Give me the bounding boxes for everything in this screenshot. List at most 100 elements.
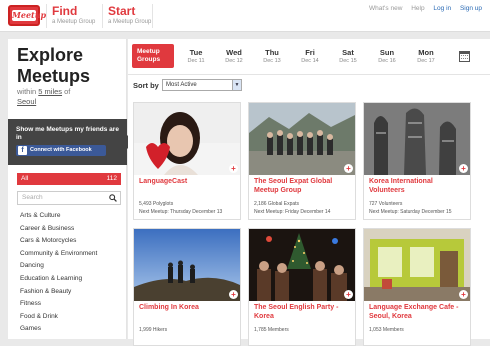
signup-link[interactable]: Sign up [460, 5, 482, 12]
group-card[interactable]: + LanguageCast 5,493 Polyglots Next Meet… [133, 102, 241, 220]
join-plus-icon[interactable]: + [229, 164, 238, 173]
all-count: 112 [106, 175, 117, 182]
group-card[interactable]: + Climbing In Korea 1,999 Hikers [133, 228, 241, 346]
page-title: Explore Meetups [17, 45, 90, 87]
day-tab[interactable]: Wed Dec 12 [215, 48, 253, 64]
day-name: Wed [226, 48, 242, 57]
title-line-2: Meetups [17, 66, 91, 86]
sort-label: Sort by [133, 81, 159, 90]
within-prefix: within [17, 87, 37, 96]
group-photo[interactable] [249, 103, 355, 175]
day-date: Dec 11 [187, 58, 205, 64]
member-count: 1,785 Members [254, 327, 289, 333]
member-count: 1,053 Members [369, 327, 404, 333]
group-name[interactable]: Language Exchange Cafe - Seoul, Korea [369, 304, 469, 321]
day-date: Dec 13 [263, 58, 281, 64]
group-photo[interactable] [134, 103, 240, 175]
group-name[interactable]: The Seoul Expat Global Meetup Group [254, 178, 354, 195]
day-tab[interactable]: Sat Dec 15 [329, 48, 367, 64]
category-item[interactable]: Fitness [20, 298, 97, 311]
start-title: Start [108, 4, 136, 18]
next-meetup: Next Meetup: Friday December 14 [254, 209, 331, 215]
divider [128, 74, 490, 75]
location-filter: within 5 miles of Seoul [17, 87, 70, 107]
search-icon[interactable] [109, 194, 117, 202]
chevron-down-icon: ▼ [232, 80, 241, 90]
day-tab[interactable]: Fri Dec 14 [291, 48, 329, 64]
divider [152, 4, 153, 28]
distance-selector[interactable]: 5 miles [38, 87, 62, 96]
meetup-logo[interactable]: Meetup [8, 5, 47, 26]
join-plus-icon[interactable]: + [459, 164, 468, 173]
category-all[interactable]: 112 All [17, 173, 121, 185]
day-name: Thu [265, 48, 279, 57]
category-item[interactable]: Career & Business [20, 223, 97, 236]
divider [46, 4, 47, 28]
sort-value: Most Active [166, 82, 197, 88]
next-meetup: Next Meetup: Saturday December 15 [369, 209, 452, 215]
category-item[interactable]: Dancing [20, 260, 97, 273]
day-tab[interactable]: Thu Dec 13 [253, 48, 291, 64]
groups-tab-line-1: Meetup [137, 48, 160, 55]
group-photo[interactable] [249, 229, 355, 301]
day-tab[interactable]: Tue Dec 11 [177, 48, 215, 64]
find-meetup-link[interactable]: Find a Meetup Group [52, 4, 95, 25]
whats-new-link[interactable]: What's new [369, 5, 402, 12]
location-selector[interactable]: Seoul [17, 97, 36, 106]
group-photo[interactable] [364, 229, 470, 301]
group-name[interactable]: Climbing In Korea [139, 304, 239, 313]
login-link[interactable]: Log in [433, 5, 451, 12]
help-link[interactable]: Help [411, 5, 424, 12]
all-label: All [21, 175, 29, 182]
groups-tab-line-2: Groups [137, 56, 161, 63]
category-item[interactable]: Fashion & Beauty [20, 286, 97, 299]
group-name[interactable]: Korea International Volunteers [369, 178, 469, 195]
category-item[interactable]: Food & Drink [20, 311, 97, 324]
category-item[interactable]: Education & Learning [20, 273, 97, 286]
group-card[interactable]: + The Seoul Expat Global Meetup Group 2,… [248, 102, 356, 220]
member-count: 2,186 Global Expats [254, 201, 300, 207]
logo-text: Meetup [12, 10, 47, 21]
join-plus-icon[interactable]: + [344, 164, 353, 173]
join-plus-icon[interactable]: + [344, 290, 353, 299]
group-photo[interactable] [364, 103, 470, 175]
calendar-icon[interactable] [459, 51, 470, 62]
category-item[interactable]: Arts & Culture [20, 210, 97, 223]
day-date: Dec 14 [301, 58, 319, 64]
start-meetup-link[interactable]: Start a Meetup Group [108, 4, 151, 25]
find-subtitle: a Meetup Group [52, 19, 96, 25]
group-photo[interactable] [134, 229, 240, 301]
group-name[interactable]: LanguageCast [139, 178, 239, 187]
day-tab[interactable]: Mon Dec 17 [407, 48, 445, 64]
meetup-groups-tab[interactable]: Meetup Groups [132, 44, 174, 68]
member-count: 5,493 Polyglots [139, 201, 174, 207]
search-placeholder: Search [22, 194, 43, 201]
day-date: Dec 16 [378, 58, 396, 64]
category-item[interactable]: Games [20, 323, 97, 336]
within-of: of [64, 87, 71, 96]
sort-select[interactable]: Most Active ▼ [162, 79, 242, 91]
group-card[interactable]: + Korea International Volunteers 727 Vol… [363, 102, 471, 220]
category-item[interactable]: Community & Environment [20, 248, 97, 261]
connect-facebook-button[interactable]: f Connect with Facebook [16, 145, 106, 156]
explore-sidebar: Explore Meetups within 5 miles of Seoul … [8, 39, 134, 339]
day-name: Tue [189, 48, 203, 57]
day-tab[interactable]: Sun Dec 16 [368, 48, 406, 64]
facebook-icon: f [18, 146, 27, 155]
category-search-input[interactable]: Search [17, 191, 121, 205]
category-list: Arts & Culture Career & Business Cars & … [20, 210, 97, 336]
find-title: Find [52, 4, 78, 18]
results-panel: Meetup Groups Tue Dec 11 Wed Dec 12 Thu Dec… [128, 39, 490, 346]
day-name: Sun [379, 48, 395, 57]
group-card[interactable]: + Language Exchange Cafe - Seoul, Korea … [363, 228, 471, 346]
group-card[interactable]: + The Seoul English Party - Korea 1,785 … [248, 228, 356, 346]
day-date: Dec 12 [225, 58, 243, 64]
join-plus-icon[interactable]: + [229, 290, 238, 299]
group-name[interactable]: The Seoul English Party - Korea [254, 304, 354, 321]
day-date: Dec 15 [339, 58, 357, 64]
category-item[interactable]: Cars & Motorcycles [20, 235, 97, 248]
day-name: Fri [305, 48, 315, 57]
top-navigation-bar: Meetup Find a Meetup Group Start a Meetu… [0, 0, 490, 32]
join-plus-icon[interactable]: + [459, 290, 468, 299]
next-meetup: Next Meetup: Thursday December 13 [139, 209, 223, 215]
